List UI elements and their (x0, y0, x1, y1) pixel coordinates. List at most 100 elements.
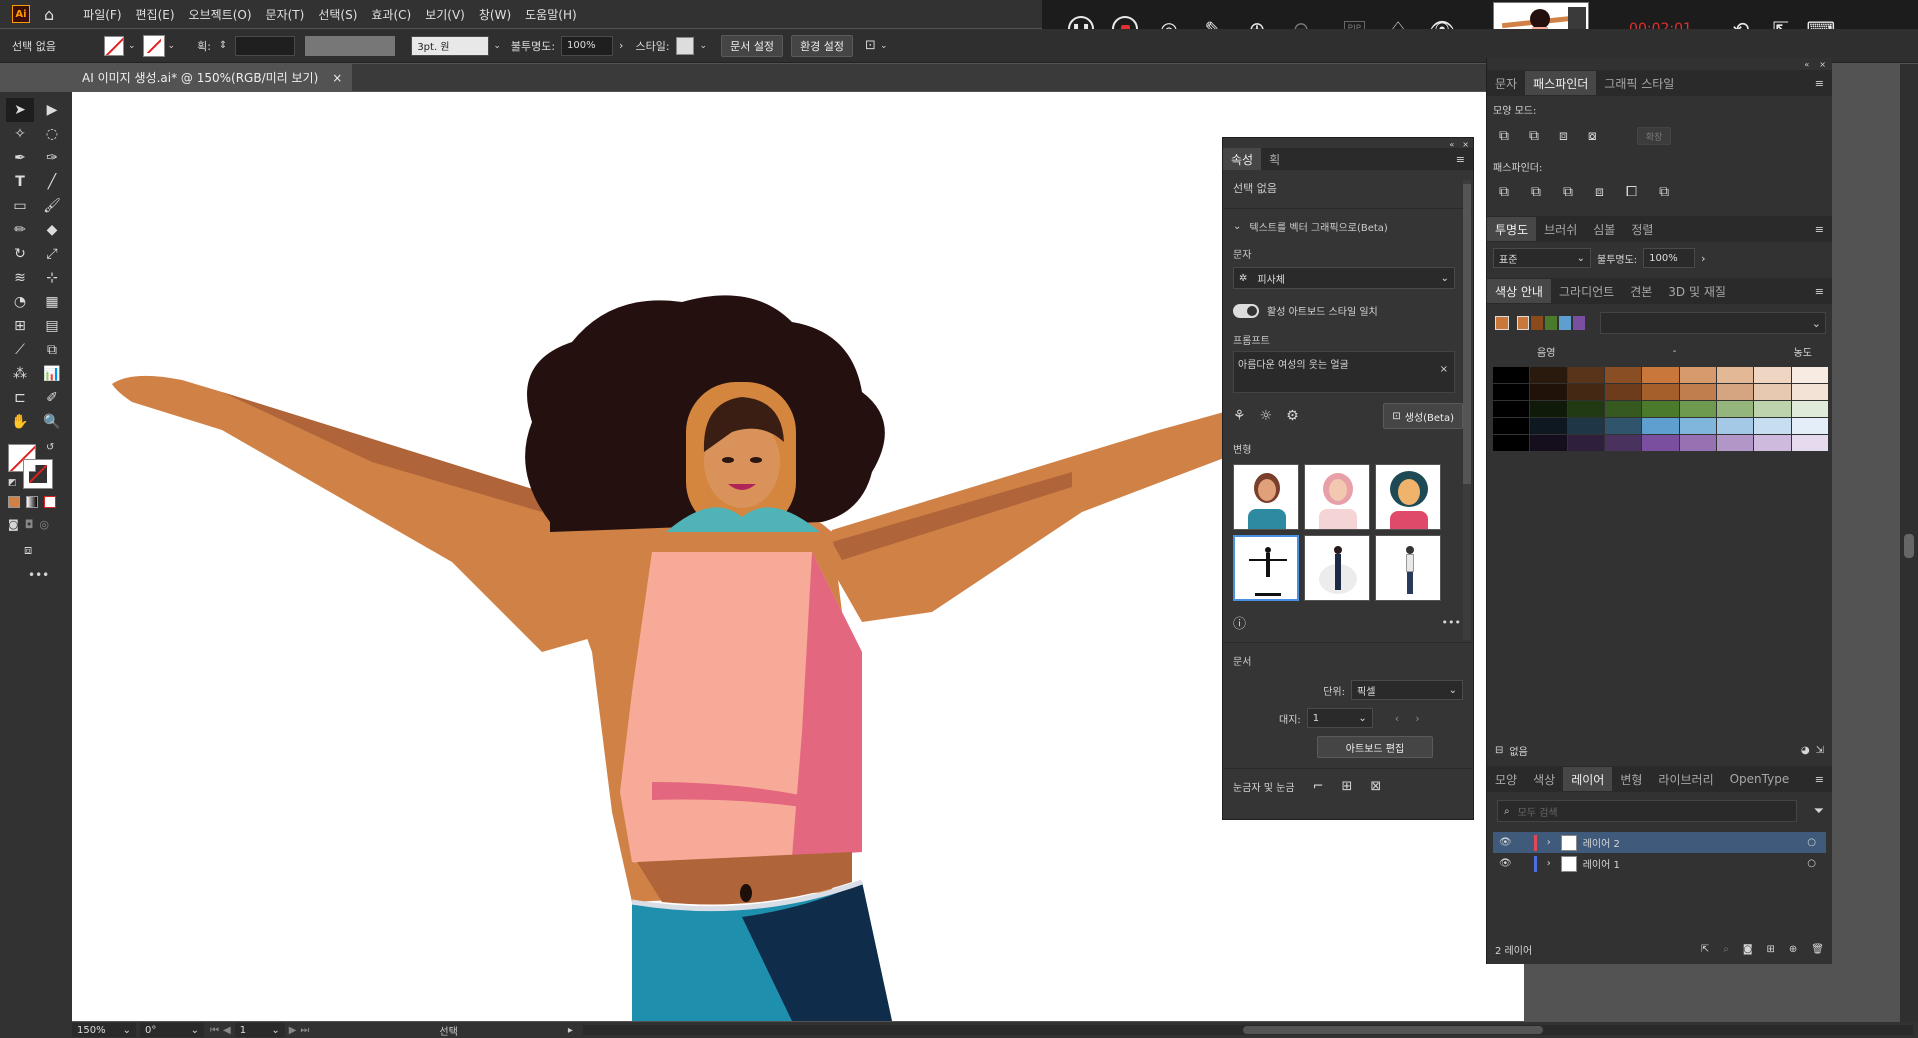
more-tools-icon[interactable]: ••• (28, 568, 72, 582)
layers-menu-icon[interactable]: ≡ (1815, 773, 1824, 786)
tab-color-guide[interactable]: 색상 안내 (1487, 279, 1551, 303)
transparency-opacity-arrow-icon[interactable]: › (1701, 252, 1705, 265)
guide-swatch[interactable] (1530, 418, 1567, 434)
home-icon[interactable]: ⌂ (44, 5, 54, 24)
tab-appearance[interactable]: 모양 (1487, 767, 1525, 791)
perspective-grid-icon[interactable]: ▦ (38, 290, 66, 314)
clipping-mask-icon[interactable]: ◙ (1743, 944, 1753, 955)
transparency-menu-icon[interactable]: ≡ (1815, 223, 1824, 236)
tab-align[interactable]: 정렬 (1623, 217, 1661, 241)
color-wheel-icon[interactable]: ◕ (1801, 745, 1810, 756)
delete-layer-icon[interactable]: 🗑 (1811, 944, 1824, 955)
guide-swatch[interactable] (1791, 367, 1828, 383)
settings-gear-icon[interactable]: ⚙ (1286, 408, 1299, 424)
visibility-eye-icon[interactable]: 👁 (1499, 858, 1512, 869)
unite-icon[interactable]: ⧉ (1499, 128, 1509, 144)
next-page-icon[interactable]: ▶ (289, 1025, 297, 1036)
menu-item[interactable]: 효과(C) (364, 6, 418, 23)
tab-symbols[interactable]: 심볼 (1585, 217, 1623, 241)
guide-swatch[interactable] (1604, 418, 1642, 434)
guide-swatch[interactable] (1642, 401, 1679, 417)
intersect-icon[interactable]: ⧈ (1559, 128, 1568, 144)
outline-icon[interactable]: ⧠ (1626, 184, 1637, 200)
guide-swatch[interactable] (1679, 418, 1716, 434)
harmony-color-swatch[interactable] (1559, 316, 1571, 330)
merge-icon[interactable]: ⧉ (1563, 184, 1573, 200)
expand-button[interactable]: 확장 (1636, 127, 1672, 145)
prev-artboard-icon[interactable]: ‹ (1395, 712, 1399, 725)
menu-item[interactable]: 보기(V) (418, 6, 472, 23)
tab-brushes[interactable]: 브러쉬 (1536, 217, 1585, 241)
target-circle-icon[interactable]: ○ (1807, 837, 1816, 848)
line-tool-icon[interactable]: ╱ (38, 170, 66, 194)
fill-dropdown-icon[interactable]: ⌄ (128, 41, 136, 51)
edit-artboard-button[interactable]: 아트보드 편집 (1317, 736, 1433, 758)
style-swatch[interactable] (675, 36, 694, 55)
draw-normal-icon[interactable]: ◙ (8, 518, 19, 531)
guide-swatch[interactable] (1679, 435, 1716, 451)
tab-transparency[interactable]: 투명도 (1487, 217, 1537, 241)
tab-opentype[interactable]: OpenType (1722, 767, 1798, 791)
guide-swatch[interactable] (1567, 401, 1604, 417)
guide-swatch[interactable] (1791, 384, 1828, 400)
guide-swatch[interactable] (1642, 384, 1679, 400)
eraser-icon[interactable]: ◆ (38, 218, 66, 242)
tab-swatches[interactable]: 견본 (1622, 279, 1660, 303)
magic-wand-icon[interactable]: ✧ (6, 122, 34, 146)
target-circle-icon[interactable]: ○ (1807, 858, 1816, 869)
prompt-input[interactable]: 아름다운 여성의 웃는 얼굴 × (1233, 351, 1455, 393)
horizontal-scrollbar[interactable] (582, 1025, 1913, 1035)
style-dropdown-icon[interactable]: ⌄ (700, 41, 708, 51)
locate-object-icon[interactable]: ⌕ (1723, 944, 1729, 955)
direct-selection-tool-icon[interactable]: ▶ (38, 98, 66, 122)
menu-item[interactable]: 선택(S) (311, 6, 364, 23)
scale-tool-icon[interactable]: ⤢ (38, 242, 66, 266)
pen-tool-icon[interactable]: ✒ (6, 146, 34, 170)
more-options-icon[interactable]: ••• (1442, 616, 1461, 629)
artboard-tool-icon[interactable]: ⊏ (6, 386, 34, 410)
match-style-toggle[interactable] (1233, 303, 1259, 318)
transparency-grid-icon[interactable]: ⊠ (1370, 779, 1381, 794)
guide-swatch[interactable] (1791, 401, 1828, 417)
guide-swatch[interactable] (1493, 435, 1530, 451)
stroke-swatch[interactable] (142, 34, 165, 57)
export-layer-icon[interactable]: ⇱ (1701, 944, 1709, 955)
document-setup-button[interactable]: 문서 설정 (721, 34, 784, 57)
guide-swatch[interactable] (1604, 384, 1642, 400)
layers-search-input[interactable]: ⌕ 모두 검색 (1497, 800, 1797, 822)
guide-swatch[interactable] (1567, 384, 1604, 400)
guide-swatch[interactable] (1493, 384, 1530, 400)
harmony-color-swatch[interactable] (1531, 316, 1543, 330)
artboard-field[interactable]: 1 ⌄ (1306, 708, 1373, 728)
guide-swatch[interactable] (1716, 401, 1754, 417)
graph-tool-icon[interactable]: 📊 (38, 362, 66, 386)
clear-prompt-icon[interactable]: × (1440, 364, 1448, 375)
warp-tool-icon[interactable]: ≋ (6, 266, 34, 290)
panel-menu-icon[interactable]: ≡ (1456, 153, 1465, 166)
color-guide-menu-icon[interactable]: ≡ (1815, 285, 1824, 298)
generate-button[interactable]: ⊡ 생성(Beta) (1383, 403, 1463, 429)
guide-swatch[interactable] (1642, 435, 1679, 451)
minus-front-icon[interactable]: ⧉ (1529, 128, 1539, 144)
ai-logo[interactable]: Ai (12, 5, 30, 23)
menu-item[interactable]: 문자(T) (259, 6, 312, 23)
guide-swatch[interactable] (1716, 367, 1754, 383)
shape-builder-icon[interactable]: ◔ (6, 290, 34, 314)
guide-swatch[interactable] (1567, 367, 1604, 383)
hand-tool-icon[interactable]: ✋ (6, 410, 34, 434)
type-tool-icon[interactable]: T (6, 170, 34, 194)
harmony-rules-dropdown[interactable]: ⌄ (1600, 312, 1826, 334)
variant-thumb[interactable] (1233, 464, 1299, 530)
none-mode-icon[interactable] (44, 496, 56, 508)
screen-mode-icon[interactable]: ⧈ (24, 543, 72, 558)
bulb-icon[interactable]: ☼ (1260, 408, 1273, 424)
info-icon[interactable]: ⓘ (1233, 613, 1246, 632)
blend-mode-dropdown[interactable]: 표준 ⌄ (1493, 248, 1591, 268)
preferences-button[interactable]: 환경 설정 (791, 34, 854, 57)
symbol-sprayer-icon[interactable]: ⁂ (6, 362, 34, 386)
unit-dropdown[interactable]: 픽셀 ⌄ (1351, 680, 1463, 700)
first-artboard-icon[interactable]: ⏮ (210, 1025, 219, 1036)
blend-tool-icon[interactable]: ⧉ (38, 338, 66, 362)
stroke-weight-field[interactable] (235, 35, 296, 56)
new-sublayer-icon[interactable]: ⊞ (1767, 944, 1775, 955)
